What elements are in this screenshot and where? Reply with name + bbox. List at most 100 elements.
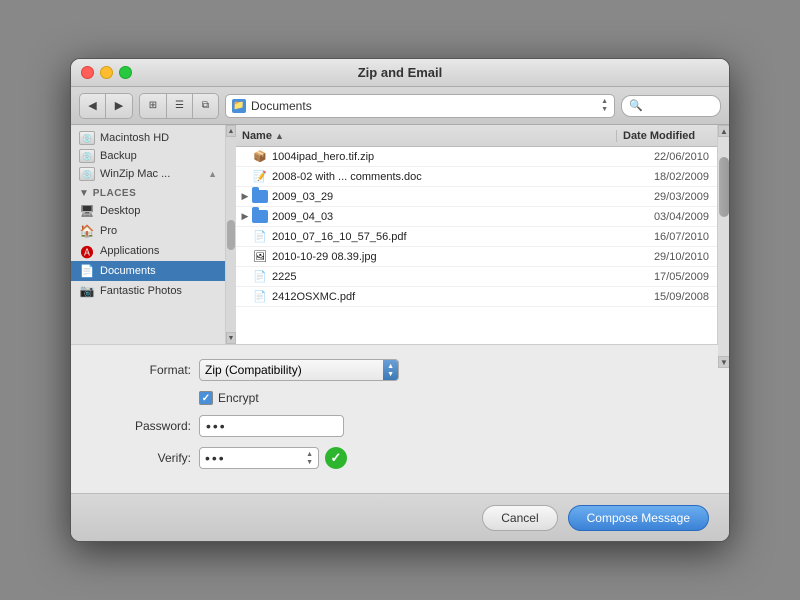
file-name: 2225	[272, 271, 615, 283]
documents-label: Documents	[100, 265, 156, 277]
file-type-icon: 📦	[252, 149, 268, 165]
loc-down-arrow: ▼	[601, 106, 608, 113]
file-date: 18/02/2009	[615, 171, 715, 183]
column-view-button[interactable]: ⧉	[192, 94, 218, 118]
photos-label: Fantastic Photos	[100, 285, 182, 297]
file-row[interactable]: 📄 2225 17/05/2009	[236, 267, 717, 287]
file-name: 2008-02 with ... comments.doc	[272, 171, 615, 183]
applications-icon: 🅐	[79, 243, 95, 259]
file-date: 03/04/2009	[615, 211, 715, 223]
file-date: 15/09/2008	[615, 291, 715, 303]
location-text: Documents	[251, 99, 596, 113]
file-type-icon: 🖼	[252, 249, 268, 265]
file-list-scrollbar: ▲ ▼	[717, 125, 729, 344]
sidebar-item-pro[interactable]: 🏠 Pro	[71, 221, 225, 241]
sidebar-scroll-thumb	[227, 220, 235, 250]
file-date: 17/05/2009	[615, 271, 715, 283]
col-date-label: Date Modified	[623, 130, 695, 142]
maximize-button[interactable]	[119, 66, 132, 79]
checkbox-check: ✓	[202, 393, 210, 404]
file-row[interactable]: 🖼 2010-10-29 08.39.jpg 29/10/2010	[236, 247, 717, 267]
desktop-label: Desktop	[100, 205, 140, 217]
title-bar: Zip and Email	[71, 59, 729, 87]
scroll-up-arrow[interactable]: ▲	[718, 125, 730, 137]
scrollbar-thumb[interactable]	[719, 157, 729, 217]
scroll-down-arrow[interactable]: ▼	[718, 356, 730, 368]
expand-icon: ▶	[238, 211, 252, 222]
select-arrows: ▲ ▼	[383, 360, 398, 380]
pro-icon: 🏠	[79, 223, 95, 239]
sidebar-device-backup[interactable]: 💿 Backup	[71, 147, 225, 165]
file-row[interactable]: ▶ 2009_04_03 03/04/2009	[236, 207, 717, 227]
folder-type-icon	[252, 209, 268, 225]
verify-input[interactable]: ••• ▲ ▼	[199, 447, 319, 469]
sidebar-item-applications[interactable]: 🅐 Applications	[71, 241, 225, 261]
sidebar-scroll-up[interactable]: ▲	[226, 125, 236, 137]
traffic-lights	[81, 66, 132, 79]
file-list-container: Name ▲ Date Modified 📦 1004ipad_hero.tif…	[236, 125, 717, 344]
location-bar[interactable]: 📁 Documents ▲ ▼	[225, 94, 615, 118]
col-name-header[interactable]: Name ▲	[236, 130, 617, 142]
format-select[interactable]: Zip (Compatibility) ▲ ▼	[199, 359, 399, 381]
sidebar-item-photos[interactable]: 📷 Fantastic Photos	[71, 281, 225, 301]
encrypt-row: ✓ Encrypt	[199, 391, 689, 405]
file-row[interactable]: 📦 1004ipad_hero.tif.zip 22/06/2010	[236, 147, 717, 167]
sidebar-scroll-down[interactable]: ▼	[226, 332, 236, 344]
password-input[interactable]: •••	[199, 415, 344, 437]
main-content: 💿 Macintosh HD 💿 Backup 💿 WinZip Mac ...…	[71, 125, 729, 345]
file-name: 2009_04_03	[272, 211, 615, 223]
window-title: Zip and Email	[358, 65, 443, 80]
sidebar-item-desktop[interactable]: 🖥 Desktop	[71, 201, 225, 221]
encrypt-label: Encrypt	[218, 391, 259, 405]
file-row[interactable]: ▶ 2009_03_29 29/03/2009	[236, 187, 717, 207]
file-type-icon: 📄	[252, 269, 268, 285]
encrypt-checkbox[interactable]: ✓	[199, 391, 213, 405]
file-row[interactable]: 📄 2412OSXMC.pdf 15/09/2008	[236, 287, 717, 307]
backup-icon: 💿	[79, 149, 95, 163]
view-buttons: ⊞ ☰ ⧉	[139, 93, 219, 119]
winzip-icon: 💿	[79, 167, 95, 181]
file-name: 2009_03_29	[272, 191, 615, 203]
sidebar: 💿 Macintosh HD 💿 Backup 💿 WinZip Mac ...…	[71, 125, 226, 344]
file-name: 1004ipad_hero.tif.zip	[272, 151, 615, 163]
verify-label: Verify:	[111, 451, 191, 465]
sidebar-device-winzip[interactable]: 💿 WinZip Mac ... ▲	[71, 165, 225, 183]
forward-button[interactable]: ▶	[106, 94, 132, 118]
toolbar: ◀ ▶ ⊞ ☰ ⧉ 📁 Documents ▲ ▼ 🔍	[71, 87, 729, 125]
places-section: ▼ PLACES	[71, 183, 225, 201]
close-button[interactable]	[81, 66, 94, 79]
back-button[interactable]: ◀	[80, 94, 106, 118]
search-box[interactable]: 🔍	[621, 95, 721, 117]
location-arrows[interactable]: ▲ ▼	[601, 98, 608, 113]
sidebar-device-macintosh[interactable]: 💿 Macintosh HD	[71, 129, 225, 147]
file-date: 29/10/2010	[615, 251, 715, 263]
compose-message-button[interactable]: Compose Message	[568, 505, 709, 531]
file-date: 29/03/2009	[615, 191, 715, 203]
bottom-panel: Format: Zip (Compatibility) ▲ ▼ ✓ Encryp…	[71, 345, 729, 493]
verify-arrows[interactable]: ▲ ▼	[306, 451, 313, 466]
cancel-button[interactable]: Cancel	[482, 505, 557, 531]
documents-icon: 📄	[79, 263, 95, 279]
file-type-icon: 📝	[252, 169, 268, 185]
col-name-label: Name	[242, 130, 272, 142]
file-row[interactable]: 📄 2010_07_16_10_57_56.pdf 16/07/2010	[236, 227, 717, 247]
file-name: 2010-10-29 08.39.jpg	[272, 251, 615, 263]
verify-row: Verify: ••• ▲ ▼ ✓	[111, 447, 689, 469]
folder-type-icon	[252, 189, 268, 205]
expand-icon: ▶	[238, 191, 252, 202]
format-label: Format:	[111, 363, 191, 377]
sort-arrow: ▲	[275, 131, 284, 141]
sidebar-item-documents[interactable]: 📄 Documents	[71, 261, 225, 281]
search-icon: 🔍	[629, 99, 643, 112]
format-value: Zip (Compatibility)	[205, 363, 302, 377]
list-view-button[interactable]: ☰	[166, 94, 192, 118]
verify-check-icon: ✓	[325, 447, 347, 469]
file-row[interactable]: 📝 2008-02 with ... comments.doc 18/02/20…	[236, 167, 717, 187]
sidebar-container: 💿 Macintosh HD 💿 Backup 💿 WinZip Mac ...…	[71, 125, 236, 344]
verify-input-group: ••• ▲ ▼ ✓	[199, 447, 347, 469]
macintosh-label: Macintosh HD	[100, 132, 169, 144]
minimize-button[interactable]	[100, 66, 113, 79]
winzip-label: WinZip Mac ...	[100, 168, 170, 180]
col-date-header[interactable]: Date Modified	[617, 130, 717, 142]
icon-view-button[interactable]: ⊞	[140, 94, 166, 118]
